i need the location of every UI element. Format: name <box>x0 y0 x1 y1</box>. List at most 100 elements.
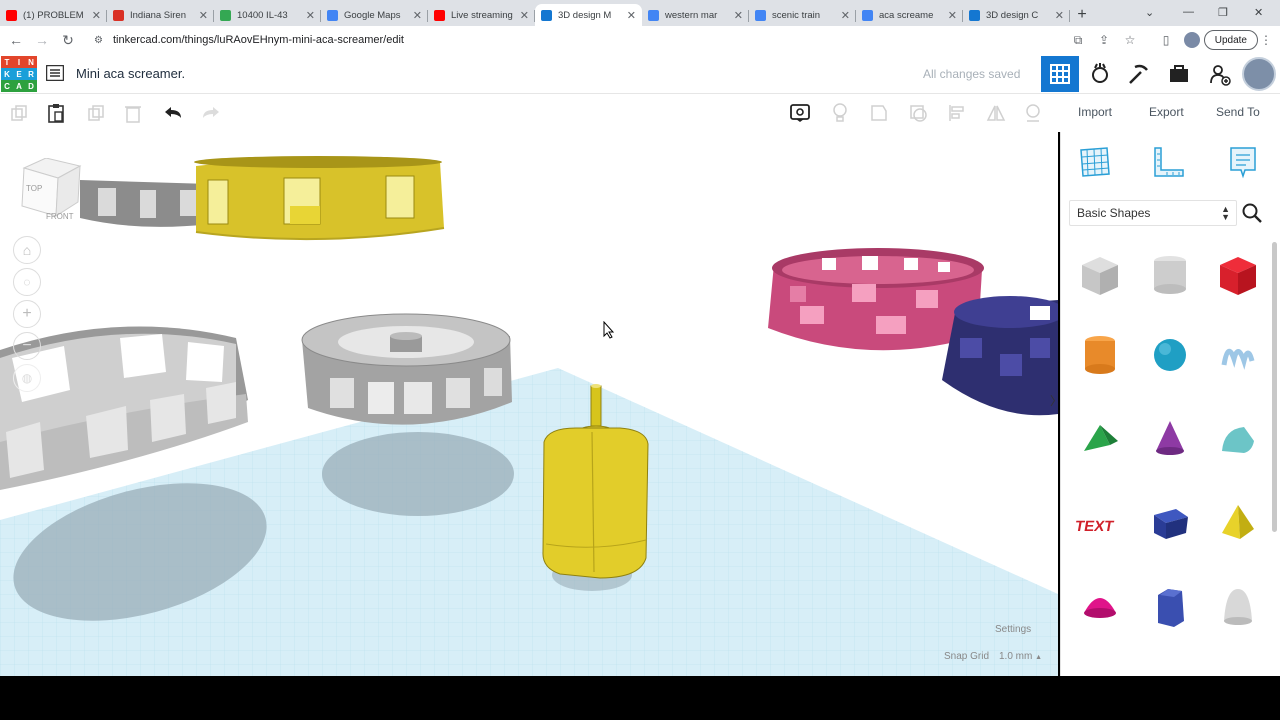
side-panel-icon[interactable]: ▯ <box>1156 30 1176 50</box>
mirror-icon[interactable] <box>985 102 1007 124</box>
shape-roof[interactable] <box>1069 408 1131 470</box>
shape-scribble[interactable] <box>1207 324 1269 386</box>
export-button[interactable]: Export <box>1149 105 1184 119</box>
shape-cylinder-hole[interactable] <box>1139 244 1201 306</box>
workplane-tool-icon[interactable] <box>1077 144 1113 180</box>
workplane-viewport[interactable]: TOP FRONT ⌂ ◌ + − ◍ Settings Snap Grid 1… <box>0 132 1058 676</box>
design-title[interactable]: Mini aca screamer. <box>76 66 185 81</box>
shape-paraboloid[interactable] <box>1207 576 1269 638</box>
grey-ring-back[interactable] <box>80 180 210 227</box>
maximize-icon[interactable]: ❐ <box>1218 0 1228 24</box>
reload-icon[interactable]: ↻ <box>55 27 81 53</box>
shape-polygon[interactable] <box>1139 576 1201 638</box>
bookmark-star-icon[interactable]: ☆ <box>1120 30 1140 50</box>
browser-tab[interactable]: Google Maps ✕ <box>321 4 428 26</box>
browser-tab[interactable]: aca screame ✕ <box>856 4 963 26</box>
install-app-icon[interactable]: ⧉ <box>1068 30 1088 50</box>
browser-tab[interactable]: scenic train ✕ <box>749 4 856 26</box>
shape-pyramid[interactable] <box>1207 492 1269 554</box>
tab-search-icon[interactable]: ⌄ <box>1145 0 1154 24</box>
tab-close-icon[interactable]: ✕ <box>92 9 101 22</box>
zoom-in-icon[interactable]: + <box>13 300 41 328</box>
tab-close-icon[interactable]: ✕ <box>520 9 529 22</box>
roof-icon <box>1084 425 1118 451</box>
browser-tab[interactable]: 3D design C ✕ <box>963 4 1070 26</box>
tab-close-icon[interactable]: ✕ <box>199 9 208 22</box>
browser-tab[interactable]: (1) PROBLEM ✕ <box>0 4 107 26</box>
tab-close-icon[interactable]: ✕ <box>413 9 422 22</box>
share-icon[interactable]: ⇪ <box>1094 30 1114 50</box>
panel-collapse-icon[interactable]: 〉 <box>1050 392 1058 414</box>
shape-box[interactable] <box>1069 244 1131 306</box>
minimize-icon[interactable]: — <box>1183 0 1194 24</box>
zoom-out-icon[interactable]: − <box>13 332 41 360</box>
browser-tab[interactable]: 3D design M ✕ <box>535 4 642 26</box>
tab-close-icon[interactable]: ✕ <box>306 9 315 22</box>
delete-icon[interactable] <box>122 102 144 124</box>
browser-tab[interactable]: 10400 IL-43 ✕ <box>214 4 321 26</box>
snap-grid-value[interactable]: 1.0 mm ▲ <box>999 651 1042 662</box>
blocks-button[interactable] <box>1081 56 1119 92</box>
home-view-icon[interactable]: ⌂ <box>13 236 41 264</box>
url-field[interactable]: ⚙ tinkercad.com/things/luRAovEHnym-mini-… <box>86 29 1146 51</box>
browser-tab[interactable]: western mar ✕ <box>642 4 749 26</box>
shape-box-blue[interactable] <box>1139 492 1201 554</box>
3d-view-button[interactable] <box>1041 56 1079 92</box>
shape-cone[interactable] <box>1139 408 1201 470</box>
copy-icon[interactable] <box>8 102 30 124</box>
import-button[interactable]: Import <box>1078 105 1112 119</box>
tab-close-icon[interactable]: ✕ <box>841 9 850 22</box>
light-bulb-icon[interactable] <box>829 102 851 124</box>
back-icon[interactable]: ← <box>3 27 29 53</box>
perspective-icon[interactable]: ◍ <box>13 364 41 392</box>
profile-avatar[interactable] <box>1182 30 1202 50</box>
ruler-tool-icon[interactable] <box>1151 144 1187 180</box>
user-avatar[interactable] <box>1240 56 1278 92</box>
ungroup-icon[interactable] <box>907 102 929 124</box>
site-info-icon[interactable]: ⚙ <box>94 35 103 46</box>
tab-close-icon[interactable]: ✕ <box>734 9 743 22</box>
shape-cylinder[interactable] <box>1069 324 1131 386</box>
tab-close-icon[interactable]: ✕ <box>948 9 957 22</box>
3d-scene[interactable] <box>0 132 1058 676</box>
paste-icon[interactable] <box>45 102 67 124</box>
align-icon[interactable] <box>946 102 968 124</box>
browser-tab[interactable]: Indiana Siren ✕ <box>107 4 214 26</box>
shape-round-roof[interactable] <box>1207 408 1269 470</box>
bricks-button[interactable] <box>1120 56 1158 92</box>
shape-box-red[interactable] <box>1207 244 1269 306</box>
settings-button[interactable]: Settings <box>995 624 1031 635</box>
notes-tool-icon[interactable] <box>1225 144 1261 180</box>
update-button[interactable]: Update <box>1203 30 1258 50</box>
view-cube[interactable]: TOP FRONT <box>20 158 82 221</box>
undo-icon[interactable] <box>162 102 184 124</box>
browser-tab[interactable]: Live streaming ✕ <box>428 4 535 26</box>
navy-ring[interactable] <box>942 296 1058 416</box>
new-tab-button[interactable]: + <box>1070 4 1094 26</box>
shape-library-select[interactable]: Basic Shapes ▲ ▼ <box>1069 200 1237 226</box>
forward-icon[interactable]: → <box>29 27 55 53</box>
redo-icon[interactable] <box>200 102 222 124</box>
fit-view-icon[interactable]: ◌ <box>13 268 41 296</box>
group-icon[interactable] <box>868 102 890 124</box>
browser-tab-strip: (1) PROBLEM ✕ Indiana Siren ✕ 10400 IL-43 ✕ Go… <box>0 0 1280 26</box>
shape-text[interactable]: TEXT <box>1069 492 1131 554</box>
search-icon[interactable] <box>1241 202 1263 224</box>
invite-button[interactable] <box>1201 56 1239 92</box>
grey-wheel[interactable] <box>301 313 512 425</box>
duplicate-icon[interactable] <box>85 102 107 124</box>
shape-half-sphere[interactable] <box>1069 576 1131 638</box>
tab-close-icon[interactable]: ✕ <box>1055 9 1064 22</box>
tinkercad-logo[interactable]: TINKERCAD <box>1 56 37 92</box>
window-close-icon[interactable]: ✕ <box>1254 0 1263 24</box>
panel-scrollbar[interactable] <box>1272 242 1277 532</box>
send-to-button[interactable]: Send To <box>1216 105 1260 119</box>
tab-close-icon[interactable]: ✕ <box>627 9 636 22</box>
shape-sphere[interactable] <box>1139 324 1201 386</box>
notes-icon[interactable] <box>789 102 811 124</box>
sim-lab-button[interactable] <box>1160 56 1198 92</box>
cruise-icon[interactable] <box>1022 102 1044 124</box>
browser-menu-icon[interactable]: ⋮ <box>1256 30 1276 50</box>
design-list-icon[interactable] <box>46 65 64 81</box>
yellow-ring[interactable] <box>194 156 445 241</box>
